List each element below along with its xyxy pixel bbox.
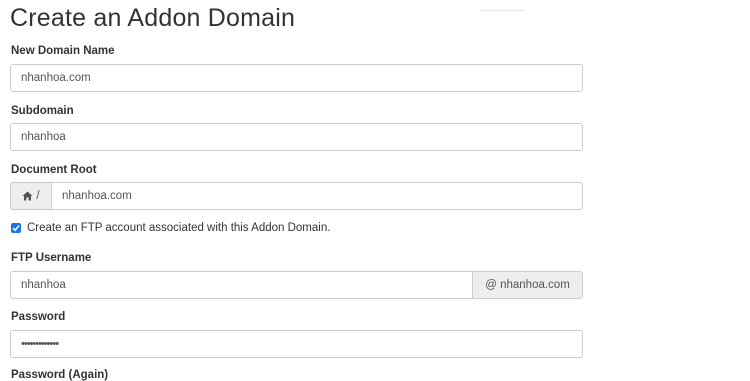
new-domain-value: nhanhoa.com xyxy=(21,72,91,84)
page-title: Create an Addon Domain xyxy=(10,4,296,32)
ftp-account-checkbox[interactable] xyxy=(11,223,21,233)
ftp-username-group: nhanhoa @ nhanhoa.com xyxy=(10,271,583,299)
new-domain-input[interactable]: nhanhoa.com xyxy=(10,64,583,92)
subdomain-value: nhanhoa xyxy=(21,131,66,143)
ftp-account-checkbox-row[interactable]: Create an FTP account associated with th… xyxy=(11,222,330,234)
document-root-slash: / xyxy=(36,190,40,202)
home-icon xyxy=(22,191,33,201)
password-again-label: Password (Again) xyxy=(11,369,109,381)
ftp-username-input[interactable]: nhanhoa xyxy=(10,271,473,299)
addon-domain-form-page: Create an Addon Domain New Domain Name n… xyxy=(0,0,750,381)
ftp-username-suffix: @ nhanhoa.com xyxy=(473,271,583,299)
ftp-account-checkbox-label: Create an FTP account associated with th… xyxy=(27,222,331,234)
document-root-prefix: / xyxy=(10,182,52,210)
document-root-group: / nhanhoa.com xyxy=(10,182,583,210)
password-value: ••••••••••••• xyxy=(21,338,59,350)
decorative-line xyxy=(480,10,525,11)
ftp-username-value: nhanhoa xyxy=(21,279,66,291)
new-domain-label: New Domain Name xyxy=(11,45,115,57)
document-root-input[interactable]: nhanhoa.com xyxy=(52,182,583,210)
password-label: Password xyxy=(11,311,66,323)
ftp-username-label: FTP Username xyxy=(11,252,92,264)
subdomain-input[interactable]: nhanhoa xyxy=(10,123,583,151)
check-icon xyxy=(12,225,20,232)
password-input[interactable]: ••••••••••••• xyxy=(10,330,583,358)
document-root-label: Document Root xyxy=(11,164,97,176)
subdomain-label: Subdomain xyxy=(11,105,74,117)
document-root-value: nhanhoa.com xyxy=(62,190,132,202)
